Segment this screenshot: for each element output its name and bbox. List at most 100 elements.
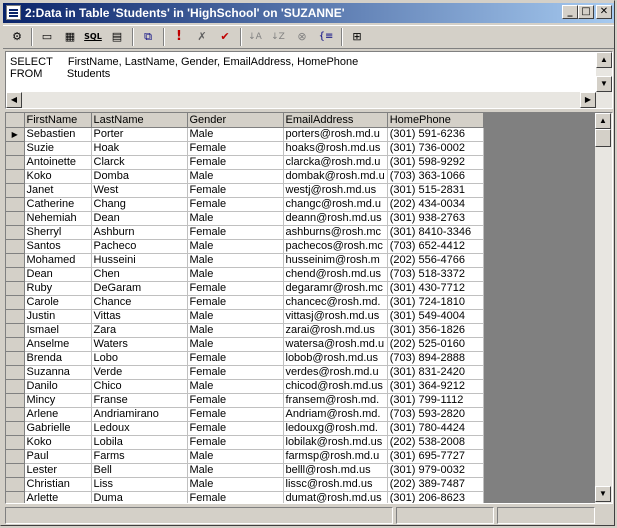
table-row[interactable]: Carole Chance Female chancec@rosh.md. (301) …	[6, 295, 484, 310]
table-row[interactable]: Gabrielle Ledoux Female ledouxg@rosh.md. (30…	[6, 421, 484, 436]
cell-firstname[interactable]: Brenda	[24, 351, 92, 366]
cell-firstname[interactable]: Gabrielle	[24, 421, 92, 436]
cell-homephone[interactable]: (301) 430-7712	[387, 281, 484, 296]
cell-emailaddress[interactable]: zarai@rosh.md.us	[283, 323, 388, 338]
cell-lastname[interactable]: Pacheco	[91, 239, 188, 254]
column-header-firstname[interactable]: FirstName	[24, 113, 92, 128]
row-selector[interactable]	[6, 197, 25, 212]
cell-emailaddress[interactable]: ledouxg@rosh.md.	[283, 421, 388, 436]
cell-homephone[interactable]: (703) 363-1066	[387, 169, 484, 184]
cell-lastname[interactable]: Lobila	[91, 435, 188, 450]
cell-emailaddress[interactable]: deann@rosh.md.us	[283, 211, 388, 226]
cell-homephone[interactable]: (202) 525-0160	[387, 337, 484, 352]
row-selector[interactable]	[6, 491, 25, 503]
cell-gender[interactable]: Male	[187, 267, 284, 282]
cell-homephone[interactable]: (703) 518-3372	[387, 267, 484, 282]
cell-emailaddress[interactable]: lissc@rosh.md.us	[283, 477, 388, 492]
cell-homephone[interactable]: (301) 780-4424	[387, 421, 484, 436]
table-row[interactable]: ▶ Sebastien Porter Male porters@rosh.md.u (30…	[6, 127, 484, 142]
scroll-down-button[interactable]: ▼	[595, 486, 611, 502]
cell-firstname[interactable]: Santos	[24, 239, 92, 254]
cell-emailaddress[interactable]: dombak@rosh.md.u	[283, 169, 388, 184]
cell-firstname[interactable]: Danilo	[24, 379, 92, 394]
cell-gender[interactable]: Male	[187, 239, 284, 254]
maximize-button[interactable]: □	[578, 5, 594, 19]
cell-emailaddress[interactable]: vittasj@rosh.md.us	[283, 309, 388, 324]
cell-lastname[interactable]: Zara	[91, 323, 188, 338]
row-selector[interactable]	[6, 477, 25, 492]
cell-firstname[interactable]: Suzie	[24, 141, 92, 156]
cell-lastname[interactable]: Andriamirano	[91, 407, 188, 422]
table-row[interactable]: Santos Pacheco Male pachecos@rosh.mc (703) 6…	[6, 239, 484, 254]
row-selector[interactable]	[6, 449, 25, 464]
table-row[interactable]: Anselme Waters Male watersa@rosh.md.u (202) …	[6, 337, 484, 352]
row-selector[interactable]	[6, 225, 25, 240]
cell-emailaddress[interactable]: chancec@rosh.md.	[283, 295, 388, 310]
cell-emailaddress[interactable]: chend@rosh.md.us	[283, 267, 388, 282]
cell-gender[interactable]: Male	[187, 323, 284, 338]
cell-emailaddress[interactable]: belll@rosh.md.us	[283, 463, 388, 478]
cell-lastname[interactable]: Liss	[91, 477, 188, 492]
cell-firstname[interactable]: Mincy	[24, 393, 92, 408]
column-header-gender[interactable]: Gender	[187, 113, 284, 128]
scroll-left-button[interactable]: ◀	[6, 92, 22, 108]
cell-emailaddress[interactable]: dumat@rosh.md.us	[283, 491, 388, 503]
cell-firstname[interactable]: Lester	[24, 463, 92, 478]
cell-firstname[interactable]: Anselme	[24, 337, 92, 352]
group-by-icon[interactable]: {≡	[316, 28, 336, 46]
cell-gender[interactable]: Male	[187, 477, 284, 492]
cell-emailaddress[interactable]: watersa@rosh.md.u	[283, 337, 388, 352]
column-header-homephone[interactable]: HomePhone	[387, 113, 484, 128]
cell-lastname[interactable]: Ashburn	[91, 225, 188, 240]
cell-homephone[interactable]: (301) 736-0002	[387, 141, 484, 156]
cell-firstname[interactable]: Antoinette	[24, 155, 92, 170]
row-selector[interactable]	[6, 155, 25, 170]
cell-lastname[interactable]: Verde	[91, 365, 188, 380]
cell-emailaddress[interactable]: westj@rosh.md.us	[283, 183, 388, 198]
remove-filter-icon[interactable]: ⊗	[292, 28, 312, 46]
cancel-query-icon[interactable]: ✗	[192, 28, 212, 46]
cell-firstname[interactable]: Sebastien	[24, 127, 92, 142]
cell-firstname[interactable]: Arlette	[24, 491, 92, 503]
cell-lastname[interactable]: Porter	[91, 127, 188, 142]
cell-homephone[interactable]: (202) 434-0034	[387, 197, 484, 212]
row-selector[interactable]	[6, 141, 25, 156]
cell-emailaddress[interactable]: ashburns@rosh.mc	[283, 225, 388, 240]
row-selector[interactable]	[6, 323, 25, 338]
cell-emailaddress[interactable]: verdes@rosh.md.u	[283, 365, 388, 380]
row-selector[interactable]	[6, 421, 25, 436]
cell-lastname[interactable]: Bell	[91, 463, 188, 478]
cell-lastname[interactable]: Ledoux	[91, 421, 188, 436]
row-selector[interactable]	[6, 407, 25, 422]
cell-firstname[interactable]: Christian	[24, 477, 92, 492]
cell-gender[interactable]: Female	[187, 393, 284, 408]
cell-lastname[interactable]: Lobo	[91, 351, 188, 366]
cell-lastname[interactable]: Chang	[91, 197, 188, 212]
cell-gender[interactable]: Male	[187, 337, 284, 352]
cell-homephone[interactable]: (301) 356-1826	[387, 323, 484, 338]
sql-pane-icon[interactable]: SQL	[83, 28, 103, 46]
table-row[interactable]: Koko Lobila Female lobilak@rosh.md.us (202) …	[6, 435, 484, 450]
table-row[interactable]: Paul Farms Male farmsp@rosh.md.u (301) 695-7…	[6, 449, 484, 464]
cell-gender[interactable]: Female	[187, 155, 284, 170]
run-icon[interactable]: !	[169, 28, 189, 46]
grid-vertical-scrollbar[interactable]: ▲ ▼	[595, 113, 612, 503]
cell-gender[interactable]: Male	[187, 309, 284, 324]
change-query-type-icon[interactable]: ⧉	[138, 28, 158, 46]
table-row[interactable]: Janet West Female westj@rosh.md.us (301) 515…	[6, 183, 484, 198]
cell-firstname[interactable]: Mohamed	[24, 253, 92, 268]
table-row[interactable]: Suzanna Verde Female verdes@rosh.md.u (301) …	[6, 365, 484, 380]
title-bar[interactable]: 2:Data in Table 'Students' in 'HighSchoo…	[3, 3, 614, 23]
row-selector[interactable]	[6, 295, 25, 310]
column-header-lastname[interactable]: LastName	[91, 113, 188, 128]
cell-homephone[interactable]: (301) 799-1112	[387, 393, 484, 408]
scroll-thumb[interactable]	[595, 129, 611, 147]
table-row[interactable]: Lester Bell Male belll@rosh.md.us (301) 979-…	[6, 463, 484, 478]
cell-firstname[interactable]: Carole	[24, 295, 92, 310]
row-selector[interactable]	[6, 379, 25, 394]
row-selector[interactable]	[6, 393, 25, 408]
cell-firstname[interactable]: Janet	[24, 183, 92, 198]
cell-firstname[interactable]: Arlene	[24, 407, 92, 422]
cell-homephone[interactable]: (301) 364-9212	[387, 379, 484, 394]
sql-pane[interactable]: SELECT FirstName, LastName, Gender, Emai…	[5, 51, 613, 109]
